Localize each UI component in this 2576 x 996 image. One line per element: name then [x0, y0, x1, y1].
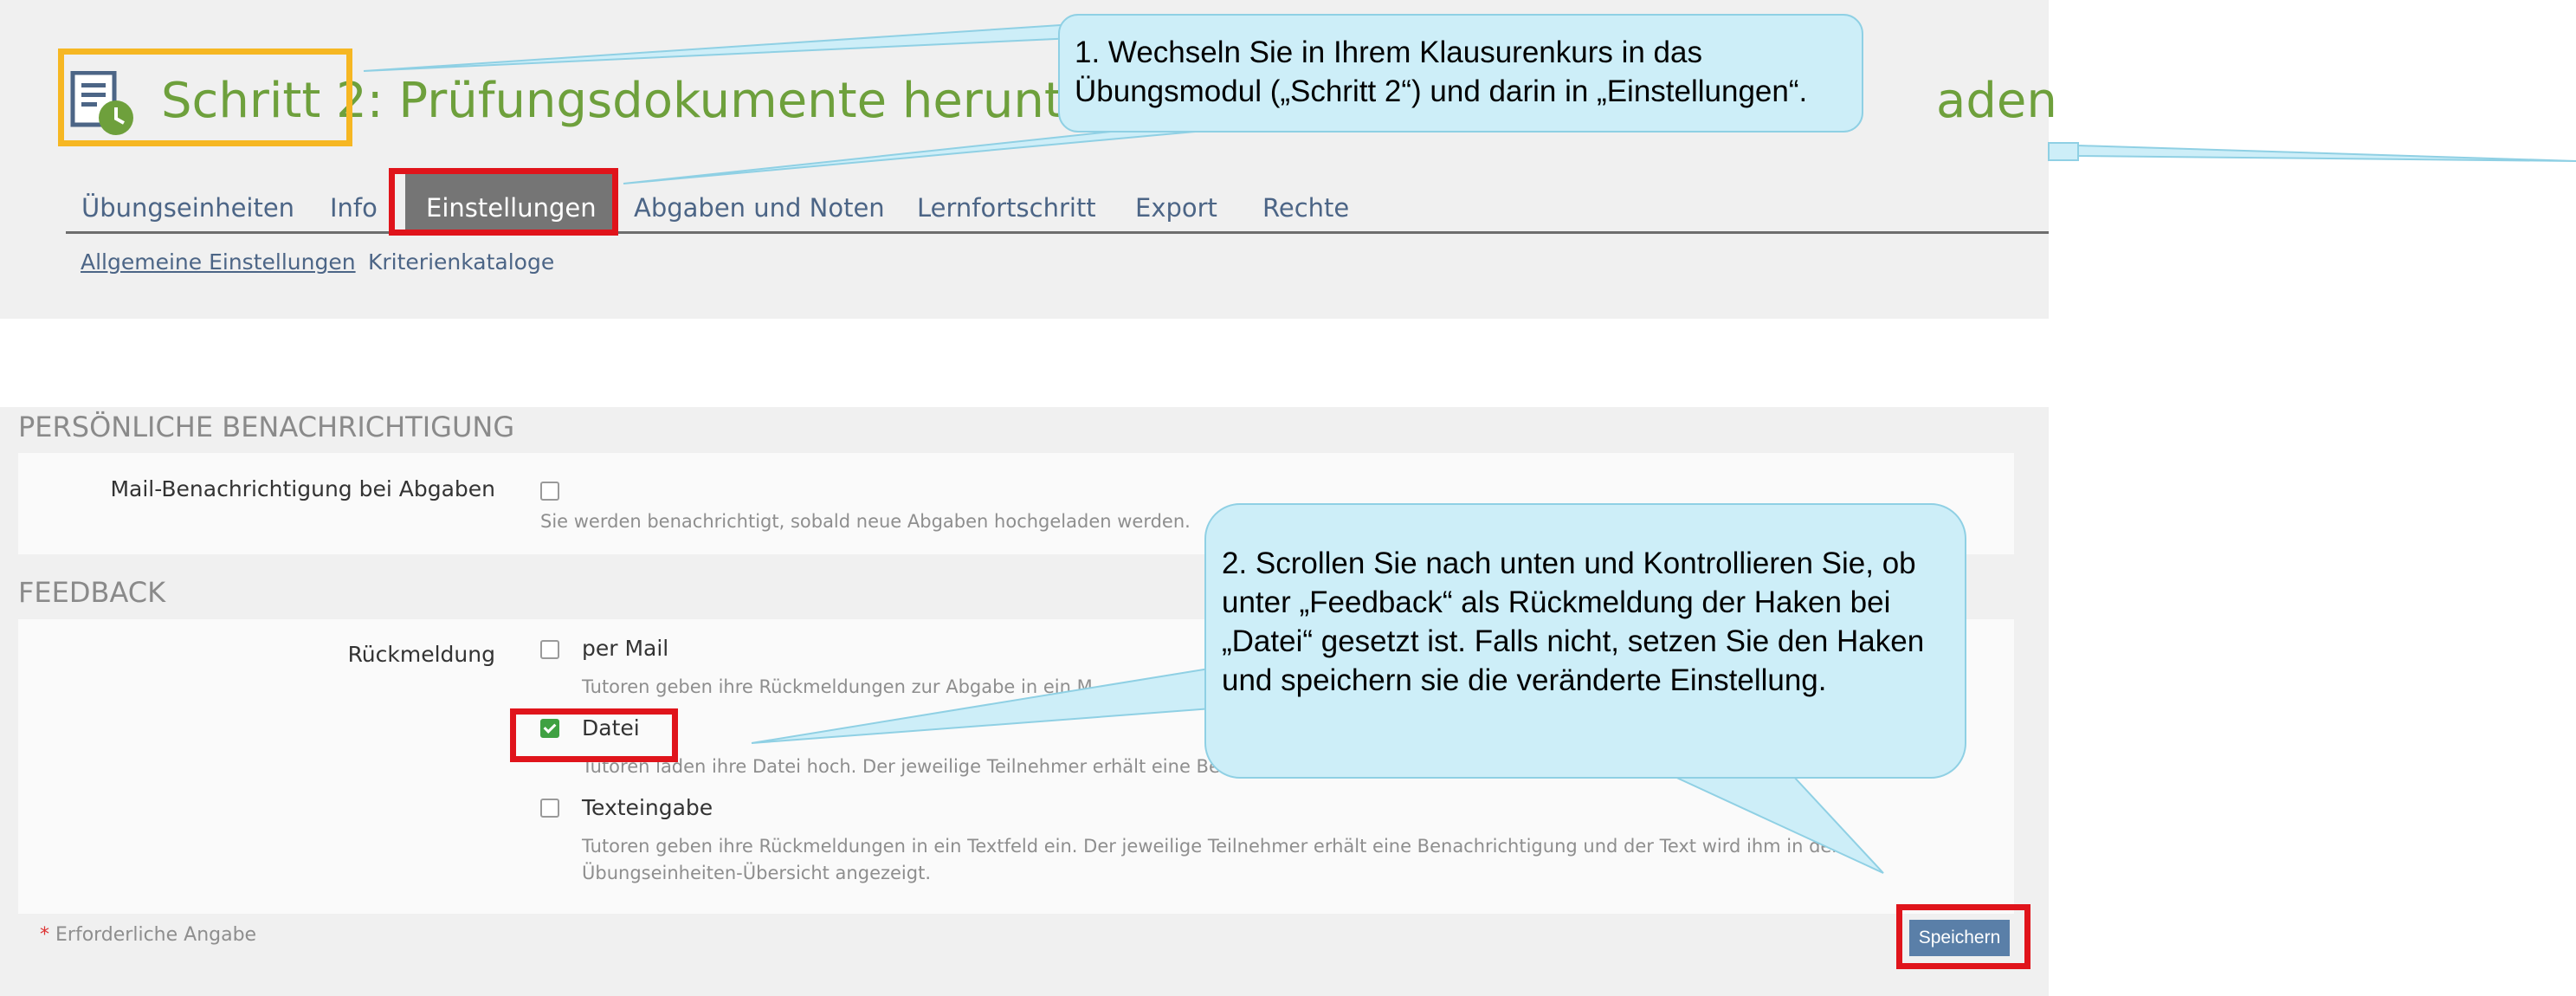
stray-pointer: [2048, 141, 2576, 162]
callout-2-pointer-datei: [751, 656, 1283, 744]
callout-1-text: 1. Wechseln Sie in Ihrem Klausurenkurs i…: [1075, 36, 1808, 108]
callout-1-pointer-tab: [623, 126, 1196, 184]
callout-2-pointer-save: [1670, 774, 1884, 874]
stray-pointer-stub: [2048, 142, 2079, 161]
callout-layer: [363, 14, 2576, 874]
callout-2-text: 2. Scrollen Sie nach unten und Kontrolli…: [1222, 547, 1925, 697]
callout-1-pointer-title: [363, 23, 1075, 72]
